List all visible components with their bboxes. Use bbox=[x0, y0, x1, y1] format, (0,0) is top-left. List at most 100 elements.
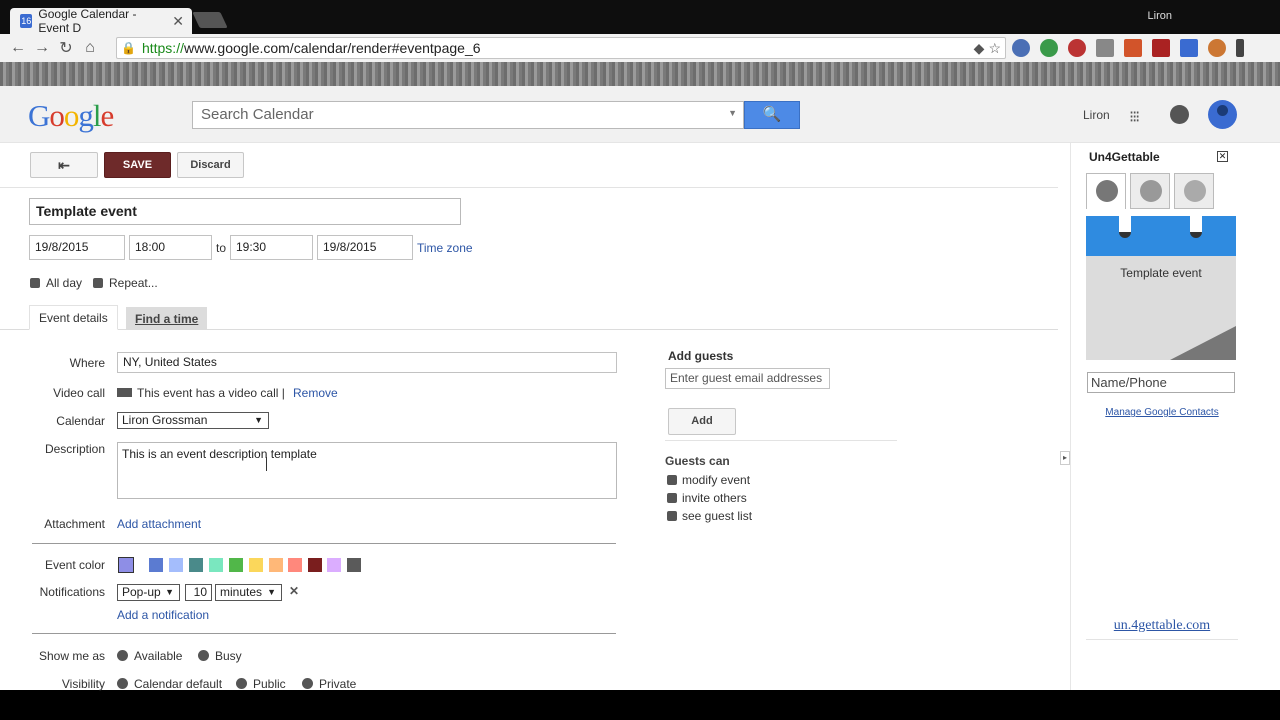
search-button[interactable]: 🔍 bbox=[744, 101, 800, 129]
notification-amount-input[interactable]: 10 bbox=[185, 584, 212, 601]
remove-notification-icon[interactable]: ✕ bbox=[289, 584, 299, 598]
start-time-input[interactable]: 18:00 bbox=[129, 235, 212, 260]
home-icon[interactable]: ⌂ bbox=[78, 39, 102, 57]
avatar[interactable] bbox=[1208, 100, 1237, 129]
apps-grid-icon[interactable]: ⁝⁝⁝ bbox=[1129, 107, 1140, 127]
google-header: Google Search Calendar ▼ 🔍 Liron ⁝⁝⁝ bbox=[0, 86, 1280, 143]
invite-others-checkbox[interactable] bbox=[667, 493, 677, 503]
public-label: Public bbox=[253, 677, 286, 691]
where-input[interactable]: NY, United States bbox=[117, 352, 617, 373]
bookmark-star-icon[interactable]: ☆ bbox=[988, 40, 1001, 57]
text-cursor bbox=[266, 457, 267, 471]
add-attachment-link[interactable]: Add attachment bbox=[117, 517, 201, 531]
new-tab-button[interactable] bbox=[192, 12, 228, 28]
event-color-swatch[interactable] bbox=[118, 557, 134, 573]
available-label: Available bbox=[134, 649, 183, 663]
name-phone-input[interactable]: Name/Phone bbox=[1087, 372, 1235, 393]
extension-icon[interactable] bbox=[1012, 39, 1030, 57]
manage-contacts-link[interactable]: Manage Google Contacts bbox=[1086, 407, 1238, 418]
public-radio[interactable] bbox=[236, 678, 247, 689]
extension-icon[interactable] bbox=[1180, 39, 1198, 57]
extension-icon[interactable] bbox=[1096, 39, 1114, 57]
end-time-input[interactable]: 19:30 bbox=[230, 235, 313, 260]
event-color-swatch[interactable] bbox=[288, 558, 302, 572]
extension-icon[interactable] bbox=[1040, 39, 1058, 57]
back-arrow-icon[interactable]: ← bbox=[6, 39, 30, 57]
guest-option-label: modify event bbox=[682, 473, 751, 487]
logo-letter: e bbox=[100, 98, 115, 133]
add-notification-link[interactable]: Add a notification bbox=[117, 608, 209, 622]
private-radio[interactable] bbox=[302, 678, 313, 689]
close-icon[interactable]: ✕ bbox=[1217, 151, 1228, 162]
google-logo[interactable]: Google bbox=[28, 98, 115, 134]
search-input[interactable]: Search Calendar ▼ bbox=[192, 101, 744, 129]
address-bar[interactable]: 🔒 https:// www.google.com/calendar/rende… bbox=[116, 37, 1006, 59]
event-color-swatch[interactable] bbox=[189, 558, 203, 572]
browser-tab-bar: 16 Google Calendar - Event D ✕ Liron bbox=[0, 0, 1280, 35]
all-day-checkbox[interactable] bbox=[30, 278, 40, 288]
notification-type-select[interactable]: Pop-up ▼ bbox=[117, 584, 180, 601]
event-color-swatch[interactable] bbox=[209, 558, 223, 572]
extension-icons bbox=[1012, 39, 1244, 57]
url-text: www.google.com/calendar/render#eventpage… bbox=[183, 40, 481, 56]
event-color-swatch[interactable] bbox=[229, 558, 243, 572]
extension-icon[interactable] bbox=[1208, 39, 1226, 57]
repeat-checkbox[interactable] bbox=[93, 278, 103, 288]
guest-email-input[interactable]: Enter guest email addresses bbox=[665, 368, 830, 389]
reload-icon[interactable]: ↻ bbox=[54, 38, 78, 58]
logo-letter: G bbox=[28, 98, 50, 133]
close-tab-icon[interactable]: ✕ bbox=[172, 13, 184, 30]
search-icon: 🔍 bbox=[762, 106, 782, 123]
forward-arrow-icon[interactable]: → bbox=[30, 39, 54, 57]
add-guest-button[interactable]: Add bbox=[668, 408, 736, 435]
bookmarks-bar bbox=[0, 62, 1280, 86]
header-user-name[interactable]: Liron bbox=[1083, 108, 1110, 122]
gear-icon bbox=[1140, 180, 1162, 202]
calendar-select[interactable]: Liron Grossman ▼ bbox=[117, 412, 269, 429]
tab-brain[interactable] bbox=[1174, 173, 1214, 209]
discard-button[interactable]: Discard bbox=[177, 152, 244, 178]
start-date-input[interactable]: 19/8/2015 bbox=[29, 235, 125, 260]
busy-radio[interactable] bbox=[198, 650, 209, 661]
notifications-icon[interactable] bbox=[1170, 105, 1189, 124]
extension-icon[interactable] bbox=[1152, 39, 1170, 57]
tab-notes[interactable] bbox=[1086, 173, 1126, 209]
time-zone-link[interactable]: Time zone bbox=[417, 241, 473, 255]
logo-letter: o bbox=[63, 98, 79, 133]
extension-icon[interactable] bbox=[1068, 39, 1086, 57]
search-options-chevron-icon[interactable]: ▼ bbox=[728, 108, 737, 118]
see-guest-list-checkbox[interactable] bbox=[667, 511, 677, 521]
modify-event-checkbox[interactable] bbox=[667, 475, 677, 485]
notification-unit-select[interactable]: minutes ▼ bbox=[215, 584, 282, 601]
event-color-swatch[interactable] bbox=[169, 558, 183, 572]
extension-icon[interactable] bbox=[1124, 39, 1142, 57]
tab-settings[interactable] bbox=[1130, 173, 1170, 209]
site-link[interactable]: un.4gettable.com bbox=[1086, 618, 1238, 634]
lock-icon: 🔒 bbox=[121, 41, 136, 55]
remove-video-call-link[interactable]: Remove bbox=[293, 386, 338, 400]
add-guests-label: Add guests bbox=[668, 349, 734, 363]
event-color-swatch[interactable] bbox=[308, 558, 322, 572]
all-day-label: All day bbox=[46, 276, 83, 290]
profile-name[interactable]: Liron bbox=[1148, 10, 1172, 22]
available-radio[interactable] bbox=[117, 650, 128, 661]
event-color-swatch[interactable] bbox=[149, 558, 163, 572]
menu-icon[interactable] bbox=[1236, 39, 1244, 57]
end-date-input[interactable]: 19/8/2015 bbox=[317, 235, 413, 260]
save-button[interactable]: SAVE bbox=[104, 152, 171, 178]
to-label: to bbox=[216, 241, 227, 255]
event-color-swatch[interactable] bbox=[269, 558, 283, 572]
event-color-swatch[interactable] bbox=[249, 558, 263, 572]
event-color-label: Event color bbox=[44, 558, 105, 572]
description-textarea[interactable]: This is an event description template bbox=[117, 442, 617, 499]
event-color-swatch[interactable] bbox=[347, 558, 361, 572]
calendar-default-radio[interactable] bbox=[117, 678, 128, 689]
sidebar-expander-icon[interactable]: ▸ bbox=[1060, 451, 1070, 465]
event-color-swatch[interactable] bbox=[327, 558, 341, 572]
tab-event-details[interactable]: Event details bbox=[29, 305, 118, 330]
browser-tab[interactable]: 16 Google Calendar - Event D ✕ bbox=[10, 7, 192, 35]
event-title-input[interactable]: Template event bbox=[29, 198, 461, 225]
tab-find-a-time[interactable]: Find a time bbox=[126, 307, 208, 330]
back-to-calendar-button[interactable]: ⇤ bbox=[30, 152, 98, 178]
page-action-icon[interactable]: ◆ bbox=[974, 40, 985, 57]
